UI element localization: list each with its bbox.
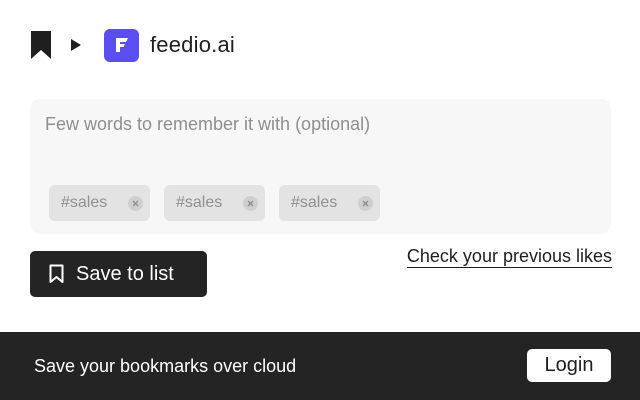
tag-list: #sales #sales #sales <box>49 185 380 221</box>
site-name: feedio.ai <box>150 32 235 57</box>
tag-label: #sales <box>176 194 223 211</box>
header: feedio.ai <box>30 28 235 62</box>
feedio-logo-icon <box>104 28 139 62</box>
footer-text: Save your bookmarks over cloud <box>34 356 297 376</box>
tag-chip: #sales <box>49 185 150 221</box>
close-icon[interactable] <box>358 195 373 211</box>
tag-label: #sales <box>61 194 108 211</box>
bookmark-icon <box>31 31 51 59</box>
note-input[interactable] <box>45 111 590 137</box>
previous-likes-link[interactable]: Check your previous likes <box>407 246 612 267</box>
tag-label: #sales <box>291 194 338 211</box>
bookmark-outline-icon <box>49 264 64 283</box>
tag-chip: #sales <box>164 185 265 221</box>
login-button[interactable]: Login <box>527 349 611 382</box>
note-box: #sales #sales #sales <box>30 99 611 234</box>
footer-bar: Save your bookmarks over cloud Login <box>0 332 640 400</box>
close-icon[interactable] <box>128 195 143 211</box>
tag-chip: #sales <box>279 185 380 221</box>
save-to-list-label: Save to list <box>76 262 174 285</box>
play-arrow-icon <box>71 39 81 51</box>
save-to-list-button[interactable]: Save to list <box>30 251 207 297</box>
close-icon[interactable] <box>243 195 258 211</box>
